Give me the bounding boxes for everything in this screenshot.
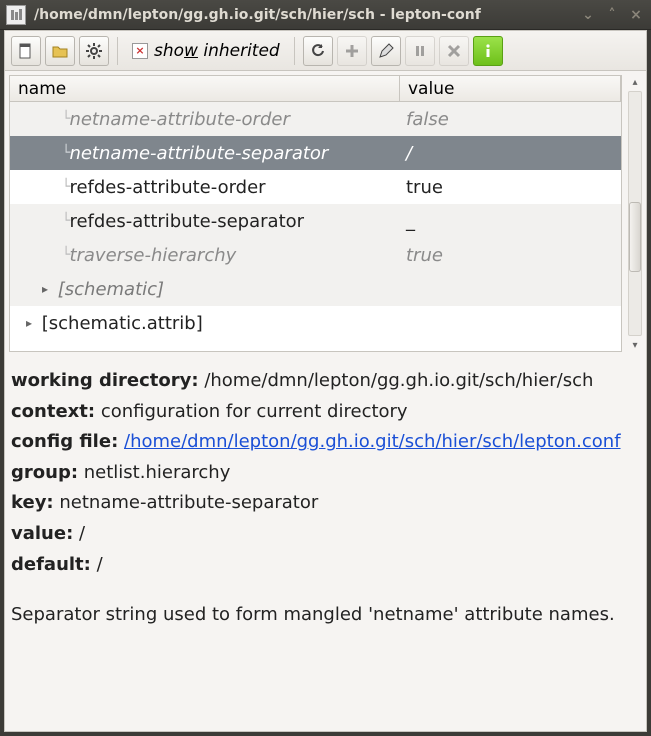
show-inherited-toggle[interactable]: × show inherited	[126, 41, 286, 61]
main-window: × show inherited name value	[4, 30, 647, 732]
tree-header: name value	[10, 76, 621, 102]
scroll-track[interactable]	[628, 91, 642, 336]
open-folder-button[interactable]	[45, 36, 75, 66]
key-value: netname-attribute-separator	[59, 492, 318, 513]
def-value: /	[97, 554, 103, 575]
config-tree[interactable]: name value └ netname-attribute-order fal…	[9, 75, 622, 352]
delete-button	[439, 36, 469, 66]
row-name: traverse-hierarchy	[69, 245, 236, 266]
val-label: value:	[11, 523, 73, 544]
cfg-label: config file:	[11, 431, 118, 452]
row-name: netname-attribute-order	[69, 109, 289, 130]
info-panel: working directory: /home/dmn/lepton/gg.g…	[5, 356, 646, 637]
group-label: group:	[11, 462, 78, 483]
show-inherited-label: show inherited	[154, 41, 280, 61]
scroll-thumb[interactable]	[629, 202, 641, 272]
toolbar: × show inherited	[5, 31, 646, 71]
row-name: netname-attribute-separator	[69, 143, 328, 164]
pause-button	[405, 36, 435, 66]
group-label: [schematic]	[58, 279, 164, 300]
row-name: refdes-attribute-order	[69, 177, 265, 198]
maximize-button[interactable]: ˄	[603, 6, 621, 24]
tree-scrollbar[interactable]: ▴ ▾	[626, 71, 646, 356]
tree-row[interactable]: └ refdes-attribute-order true	[10, 170, 621, 204]
group-label: [schematic.attrib]	[42, 313, 203, 334]
tree-row[interactable]: └ refdes-attribute-separator _	[10, 204, 621, 238]
new-config-button[interactable]	[11, 36, 41, 66]
wd-label: working directory:	[11, 370, 199, 391]
minimize-button[interactable]: ⌄	[579, 6, 597, 24]
toolbar-separator	[294, 37, 295, 65]
tree-group[interactable]: ▸ [schematic.attrib]	[10, 306, 621, 340]
column-header-value[interactable]: value	[400, 76, 621, 101]
add-button	[337, 36, 367, 66]
row-value: /	[400, 143, 621, 164]
tree-row[interactable]: └ netname-attribute-order false	[10, 102, 621, 136]
row-name: refdes-attribute-separator	[69, 211, 304, 232]
close-button[interactable]: ×	[627, 6, 645, 24]
scroll-down-icon[interactable]: ▾	[628, 338, 642, 352]
key-label: key:	[11, 492, 54, 513]
toolbar-separator	[117, 37, 118, 65]
wd-value: /home/dmn/lepton/gg.gh.io.git/sch/hier/s…	[204, 370, 593, 391]
tree-row-selected[interactable]: └ netname-attribute-separator /	[10, 136, 621, 170]
val-value: /	[79, 523, 85, 544]
group-value: netlist.hierarchy	[84, 462, 231, 483]
tree-panel: name value └ netname-attribute-order fal…	[5, 71, 646, 356]
row-value: true	[400, 245, 621, 266]
column-header-name[interactable]: name	[10, 76, 400, 101]
config-file-link[interactable]: /home/dmn/lepton/gg.gh.io.git/sch/hier/s…	[124, 431, 621, 452]
expand-icon[interactable]: ▸	[22, 316, 36, 330]
tree-group[interactable]: ▸ [schematic]	[10, 272, 621, 306]
titlebar: /home/dmn/lepton/gg.gh.io.git/sch/hier/s…	[0, 0, 651, 30]
row-value: _	[400, 211, 621, 232]
reload-button[interactable]	[303, 36, 333, 66]
settings-button[interactable]	[79, 36, 109, 66]
row-value: true	[400, 177, 621, 198]
ctx-value: configuration for current directory	[101, 401, 408, 422]
ctx-label: context:	[11, 401, 95, 422]
description: Separator string used to form mangled 'n…	[11, 600, 640, 631]
tree-row[interactable]: └ traverse-hierarchy true	[10, 238, 621, 272]
window-title: /home/dmn/lepton/gg.gh.io.git/sch/hier/s…	[34, 7, 573, 23]
expand-icon[interactable]: ▸	[38, 282, 52, 296]
info-button[interactable]	[473, 36, 503, 66]
row-value: false	[400, 109, 621, 130]
checkbox-icon: ×	[132, 43, 148, 59]
def-label: default:	[11, 554, 91, 575]
app-icon	[6, 5, 26, 25]
scroll-up-icon[interactable]: ▴	[628, 75, 642, 89]
edit-button[interactable]	[371, 36, 401, 66]
